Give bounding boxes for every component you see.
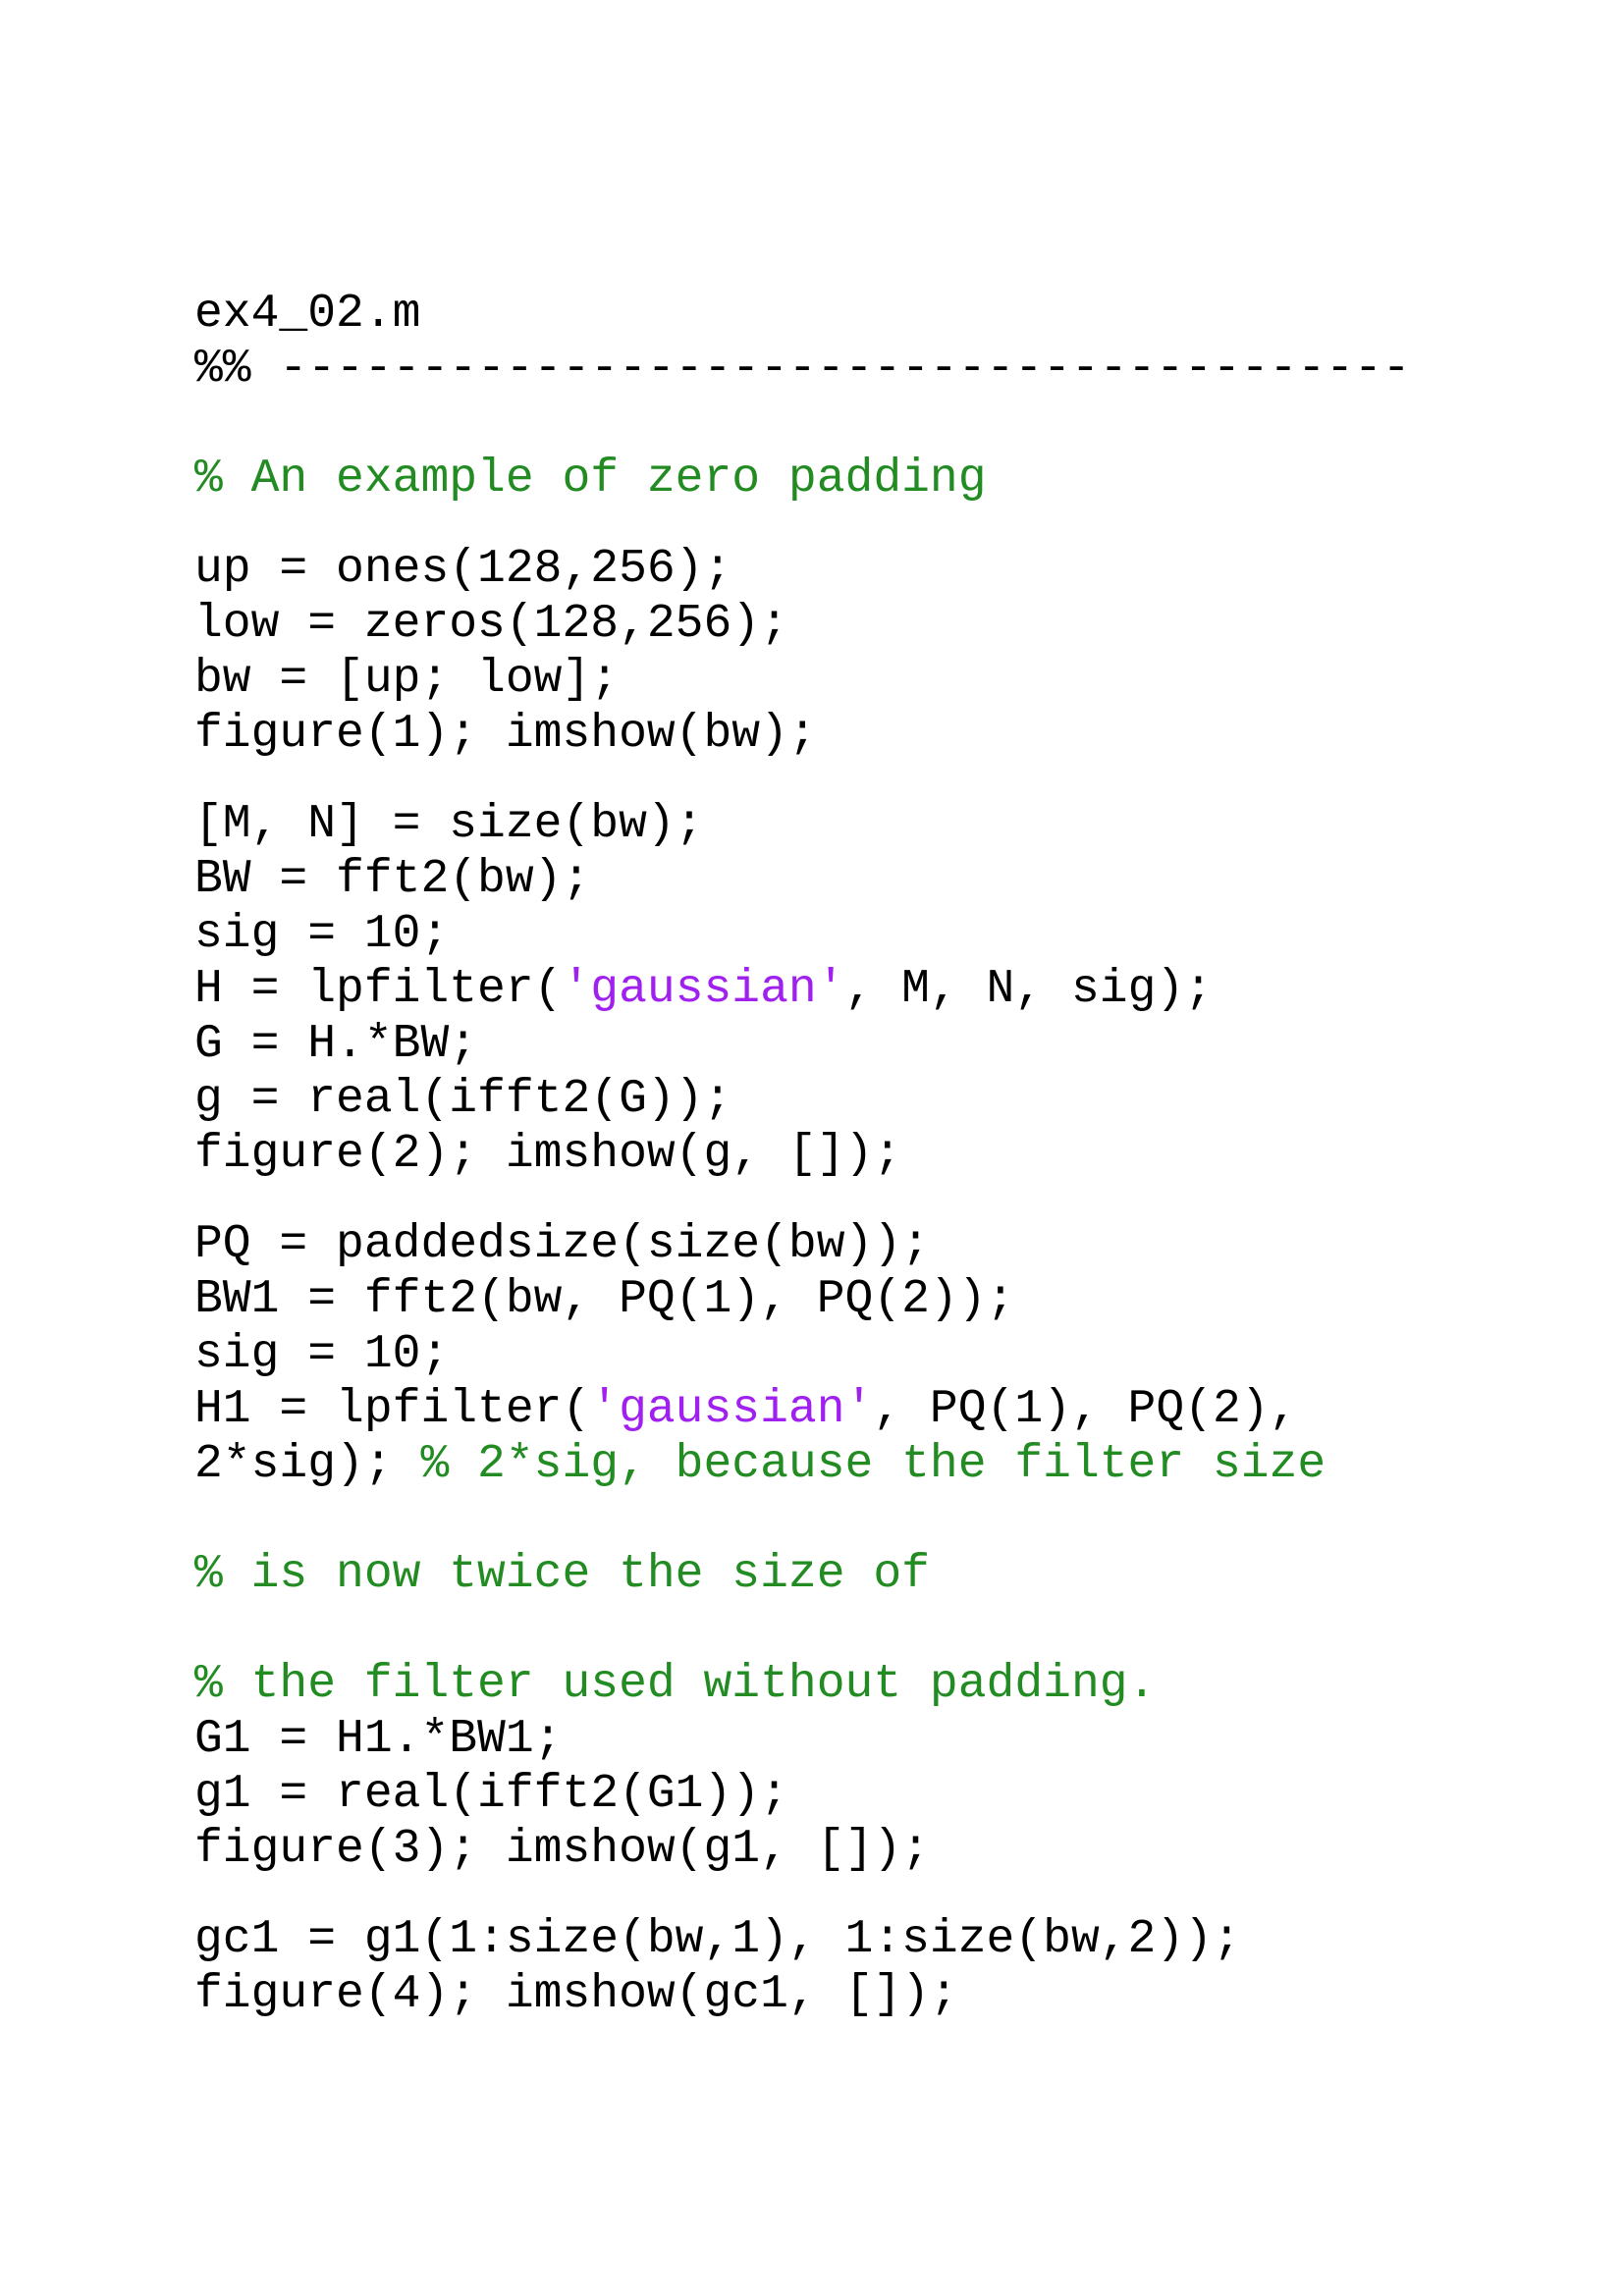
- code-text: H = lpfilter(: [194, 963, 563, 1016]
- code-text: G1 = H1.*BW1;: [194, 1713, 563, 1766]
- code-text: g1 = real(ifft2(G1));: [194, 1768, 788, 1821]
- code-line: [M, N] = size(bw);: [194, 797, 703, 852]
- code-text: figure(3); imshow(g1, []);: [194, 1823, 930, 1876]
- code-line: G = H.*BW;: [194, 1017, 477, 1072]
- code-text: sig = 10;: [194, 1328, 450, 1381]
- code-line: low = zeros(128,256);: [194, 597, 788, 652]
- comment-line: % the filter used without padding.: [194, 1657, 1156, 1712]
- code-line: gc1 = g1(1:size(bw,1), 1:size(bw,2));: [194, 1912, 1241, 1967]
- comment-text: % An example of zero padding: [194, 453, 987, 506]
- code-text: gc1 = g1(1:size(bw,1), 1:size(bw,2));: [194, 1913, 1241, 1966]
- code-line: up = ones(128,256);: [194, 542, 731, 597]
- code-text: figure(4); imshow(gc1, []);: [194, 1968, 958, 2021]
- code-line: G1 = H1.*BW1;: [194, 1712, 562, 1767]
- comment-text: % 2*sig, because the filter size: [420, 1438, 1326, 1491]
- code-line: figure(2); imshow(g, []);: [194, 1127, 901, 1182]
- code-text: sig = 10;: [194, 908, 450, 961]
- code-text: up = ones(128,256);: [194, 543, 732, 596]
- code-line: sig = 10;: [194, 1327, 449, 1382]
- code-text: BW1 = fft2(bw, PQ(1), PQ(2));: [194, 1273, 1015, 1326]
- code-line: g = real(ifft2(G));: [194, 1072, 731, 1127]
- section-divider: %% -------------------------------------…: [194, 343, 1411, 396]
- code-text: [M, N] = size(bw);: [194, 798, 704, 851]
- code-line: figure(3); imshow(g1, []);: [194, 1822, 930, 1877]
- code-text: figure(1); imshow(bw);: [194, 708, 817, 761]
- code-line: figure(4); imshow(gc1, []);: [194, 1967, 958, 2022]
- code-text: PQ = paddedsize(size(bw));: [194, 1218, 930, 1271]
- code-line: H = lpfilter('gaussian', M, N, sig);: [194, 962, 1213, 1017]
- filename-heading: ex4_02.m: [194, 288, 421, 341]
- code-text: BW = fft2(bw);: [194, 853, 591, 906]
- code-line: 2*sig); % 2*sig, because the filter size: [194, 1437, 1326, 1492]
- string-literal: 'gaussian': [590, 1383, 874, 1436]
- code-line: sig = 10;: [194, 907, 449, 962]
- code-line: PQ = paddedsize(size(bw));: [194, 1217, 930, 1272]
- comment-line: % is now twice the size of: [194, 1547, 930, 1602]
- code-listing: ex4_02.m %% ----------------------------…: [194, 0, 1471, 2021]
- code-line: g1 = real(ifft2(G1));: [194, 1767, 788, 1822]
- code-line: BW1 = fft2(bw, PQ(1), PQ(2));: [194, 1272, 1014, 1327]
- code-line: figure(1); imshow(bw);: [194, 707, 817, 762]
- comment-text: % is now twice the size of: [194, 1548, 930, 1601]
- code-line: BW = fft2(bw);: [194, 852, 590, 907]
- document-page: ex4_02.m %% ----------------------------…: [0, 0, 1624, 2296]
- comment-line: % An example of zero padding: [194, 452, 987, 507]
- code-line: bw = [up; low];: [194, 652, 619, 707]
- comment-text: % the filter used without padding.: [194, 1658, 1157, 1711]
- code-text: , PQ(1), PQ(2),: [873, 1383, 1298, 1436]
- code-text: figure(2); imshow(g, []);: [194, 1128, 902, 1181]
- code-text: 2*sig);: [194, 1438, 421, 1491]
- code-text: H1 = lpfilter(: [194, 1383, 591, 1436]
- string-literal: 'gaussian': [562, 963, 845, 1016]
- code-text: low = zeros(128,256);: [194, 598, 788, 651]
- code-text: bw = [up; low];: [194, 653, 620, 706]
- code-text: , M, N, sig);: [844, 963, 1213, 1016]
- code-text: g = real(ifft2(G));: [194, 1073, 732, 1126]
- code-text: G = H.*BW;: [194, 1018, 478, 1071]
- code-line: H1 = lpfilter('gaussian', PQ(1), PQ(2),: [194, 1382, 1297, 1437]
